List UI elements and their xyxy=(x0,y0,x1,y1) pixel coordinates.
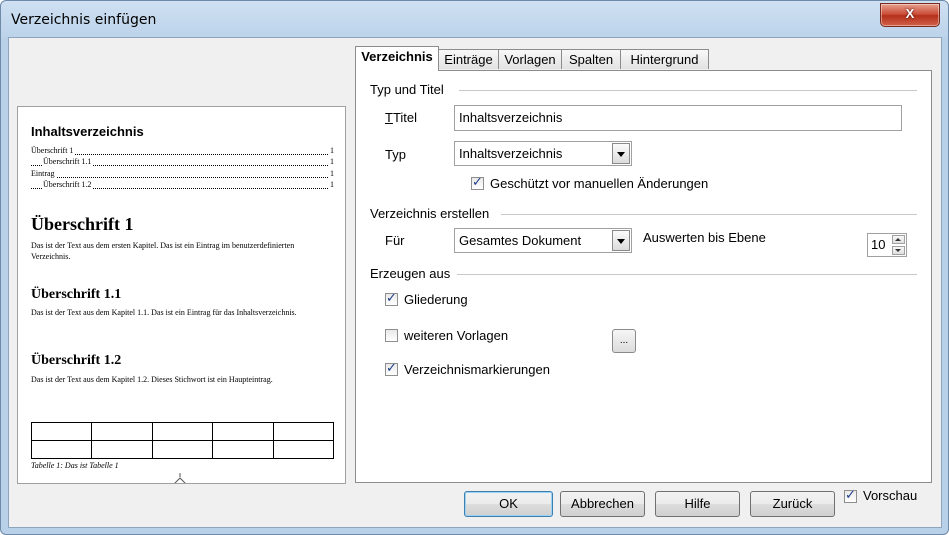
tab-verzeichnis[interactable]: Verzeichnis xyxy=(355,46,439,71)
preview-paragraph: Das ist der Text aus dem Kapitel 1.1. Da… xyxy=(31,308,297,317)
preview-toc-entry: Eintrag 1 xyxy=(31,169,334,179)
section-divider xyxy=(459,90,917,91)
cancel-button[interactable]: Abbrechen xyxy=(560,491,645,517)
tab-eintraege[interactable]: Einträge xyxy=(438,49,499,69)
dialog-window: Verzeichnis einfügen X Inhaltsverzeichni… xyxy=(0,0,949,535)
chevron-down-icon[interactable] xyxy=(612,143,630,164)
for-label: Für xyxy=(385,233,405,248)
spin-down-icon[interactable] xyxy=(892,246,905,255)
back-button[interactable]: Zurück xyxy=(750,491,835,517)
assign-styles-button[interactable]: ... xyxy=(612,329,636,353)
scope-select[interactable]: Gesamtes Dokument xyxy=(454,228,632,253)
levels-label: Auswerten bis Ebene xyxy=(643,230,766,245)
preview-drawing-mark xyxy=(174,473,186,483)
preview-heading-1: Überschrift 1 xyxy=(31,214,134,234)
title-input[interactable]: Inhaltsverzeichnis xyxy=(454,105,902,131)
section-divider xyxy=(457,274,917,275)
title-label: TTitel xyxy=(385,110,418,125)
levels-spinbox[interactable]: 10 xyxy=(867,233,907,257)
other-styles-label: weiteren Vorlagen xyxy=(404,328,509,343)
preview-heading-1-2: Überschrift 1.2 xyxy=(31,353,122,368)
preview-checkbox[interactable] xyxy=(844,488,857,503)
preview-toc-entry: Überschrift 1.1 1 xyxy=(31,157,334,167)
chevron-down-icon[interactable] xyxy=(612,230,630,251)
tab-spalten[interactable]: Spalten xyxy=(561,49,621,69)
preview-heading-1-1: Überschrift 1.1 xyxy=(31,287,122,302)
ok-button[interactable]: OK xyxy=(464,491,553,517)
preview-toc-entry: Überschrift 11 xyxy=(31,146,334,156)
preview-paragraph: Das ist der Text aus dem Kapitel 1.2. Di… xyxy=(31,375,273,384)
index-marks-checkbox[interactable] xyxy=(385,361,398,376)
section-title-type: Typ und Titel xyxy=(370,82,444,97)
protect-label: Geschützt vor manuellen Änderungen xyxy=(490,176,709,191)
spin-up-icon[interactable] xyxy=(892,235,905,244)
section-title-generate: Erzeugen aus xyxy=(370,266,451,281)
section-title-create: Verzeichnis erstellen xyxy=(370,206,490,221)
preview-toc-entry: Überschrift 1.2 1 xyxy=(31,180,334,190)
type-select[interactable]: Inhaltsverzeichnis xyxy=(454,141,632,166)
preview-table xyxy=(30,422,335,459)
title-bar[interactable]: Verzeichnis einfügen X xyxy=(1,1,948,37)
window-title: Verzeichnis einfügen xyxy=(11,12,157,28)
preview-table-caption: Tabelle 1: Das ist Tabelle 1 xyxy=(31,461,119,470)
index-marks-label: Verzeichnismarkierungen xyxy=(404,362,550,377)
protect-checkbox[interactable] xyxy=(471,175,484,190)
type-label: Typ xyxy=(385,147,406,162)
document-preview: Inhaltsverzeichnis Überschrift 11 Übersc… xyxy=(17,106,346,484)
help-button[interactable]: Hilfe xyxy=(655,491,740,517)
tab-hintergrund[interactable]: Hintergrund xyxy=(620,49,709,69)
outline-checkbox[interactable] xyxy=(385,291,398,306)
tab-vorlagen[interactable]: Vorlagen xyxy=(498,49,562,69)
close-icon: X xyxy=(905,6,915,21)
preview-paragraph: Das ist der Text aus dem ersten Kapitel.… xyxy=(31,241,295,261)
close-button[interactable]: X xyxy=(880,3,940,27)
preview-label: Vorschau xyxy=(863,488,918,503)
preview-toc-heading: Inhaltsverzeichnis xyxy=(31,124,144,139)
other-styles-checkbox[interactable] xyxy=(385,329,398,342)
section-divider xyxy=(501,214,917,215)
outline-label: Gliederung xyxy=(404,292,468,307)
